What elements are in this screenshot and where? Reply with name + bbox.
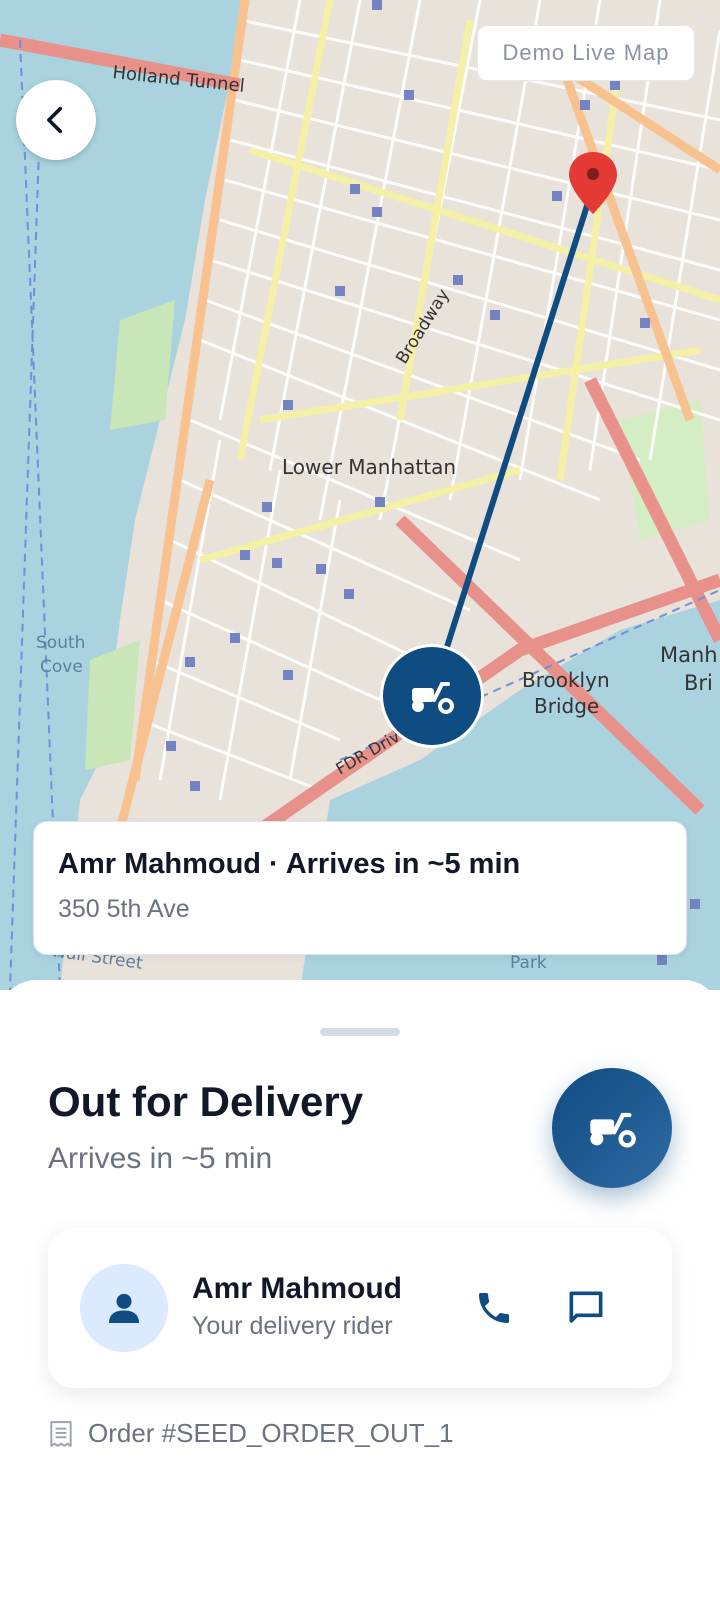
back-button[interactable] [16,80,96,160]
eta-info-card: Amr Mahmoud · Arrives in ~5 min 350 5th … [33,821,687,955]
delivery-status-badge [552,1068,672,1188]
receipt-icon [50,1420,72,1447]
message-rider-button[interactable] [558,1280,614,1336]
scooter-icon [590,1112,636,1148]
map-label-south: South [36,633,85,653]
eta-card-address: 350 5th Ave [58,895,190,923]
delivery-status-title: Out for Delivery [48,1078,364,1125]
scooter-icon [412,682,454,714]
map-label-lower-manhattan: Lower Manhattan [282,455,456,479]
demo-live-map-badge: Demo Live Map [477,25,695,81]
order-id-row: Order #SEED_ORDER_OUT_1 [48,1418,454,1449]
delivery-status-subtitle: Arrives in ~5 min [48,1142,273,1175]
order-id-label: Order #SEED_ORDER_OUT_1 [88,1418,454,1448]
delivery-bottom-sheet: Out for Delivery Arrives in ~5 min Amr M… [0,980,720,1604]
sheet-drag-handle[interactable] [320,1028,400,1036]
map-view[interactable]: Holland Tunnel Broadway Lower Manhattan … [0,0,720,990]
rider-card: Amr Mahmoud Your delivery rider [48,1228,672,1388]
rider-role: Your delivery rider [192,1312,393,1340]
map-label-bridge: Bridge [534,694,599,718]
phone-icon [479,1293,509,1323]
rider-location-marker[interactable] [380,644,484,748]
avatar [80,1264,168,1352]
map-label-park: Park [510,953,547,973]
chat-icon [569,1291,603,1323]
rider-name: Amr Mahmoud [192,1272,402,1305]
map-label-manh: Manh [660,643,718,667]
map-label-bri: Bri [684,671,713,695]
map-label-brooklyn: Brooklyn [522,668,610,692]
call-rider-button[interactable] [466,1280,522,1336]
map-label-cove: Cove [40,657,83,677]
location-pin-icon [569,152,617,214]
chevron-left-icon [47,106,63,134]
eta-card-title: Amr Mahmoud · Arrives in ~5 min [58,848,521,880]
person-icon [109,1293,139,1323]
